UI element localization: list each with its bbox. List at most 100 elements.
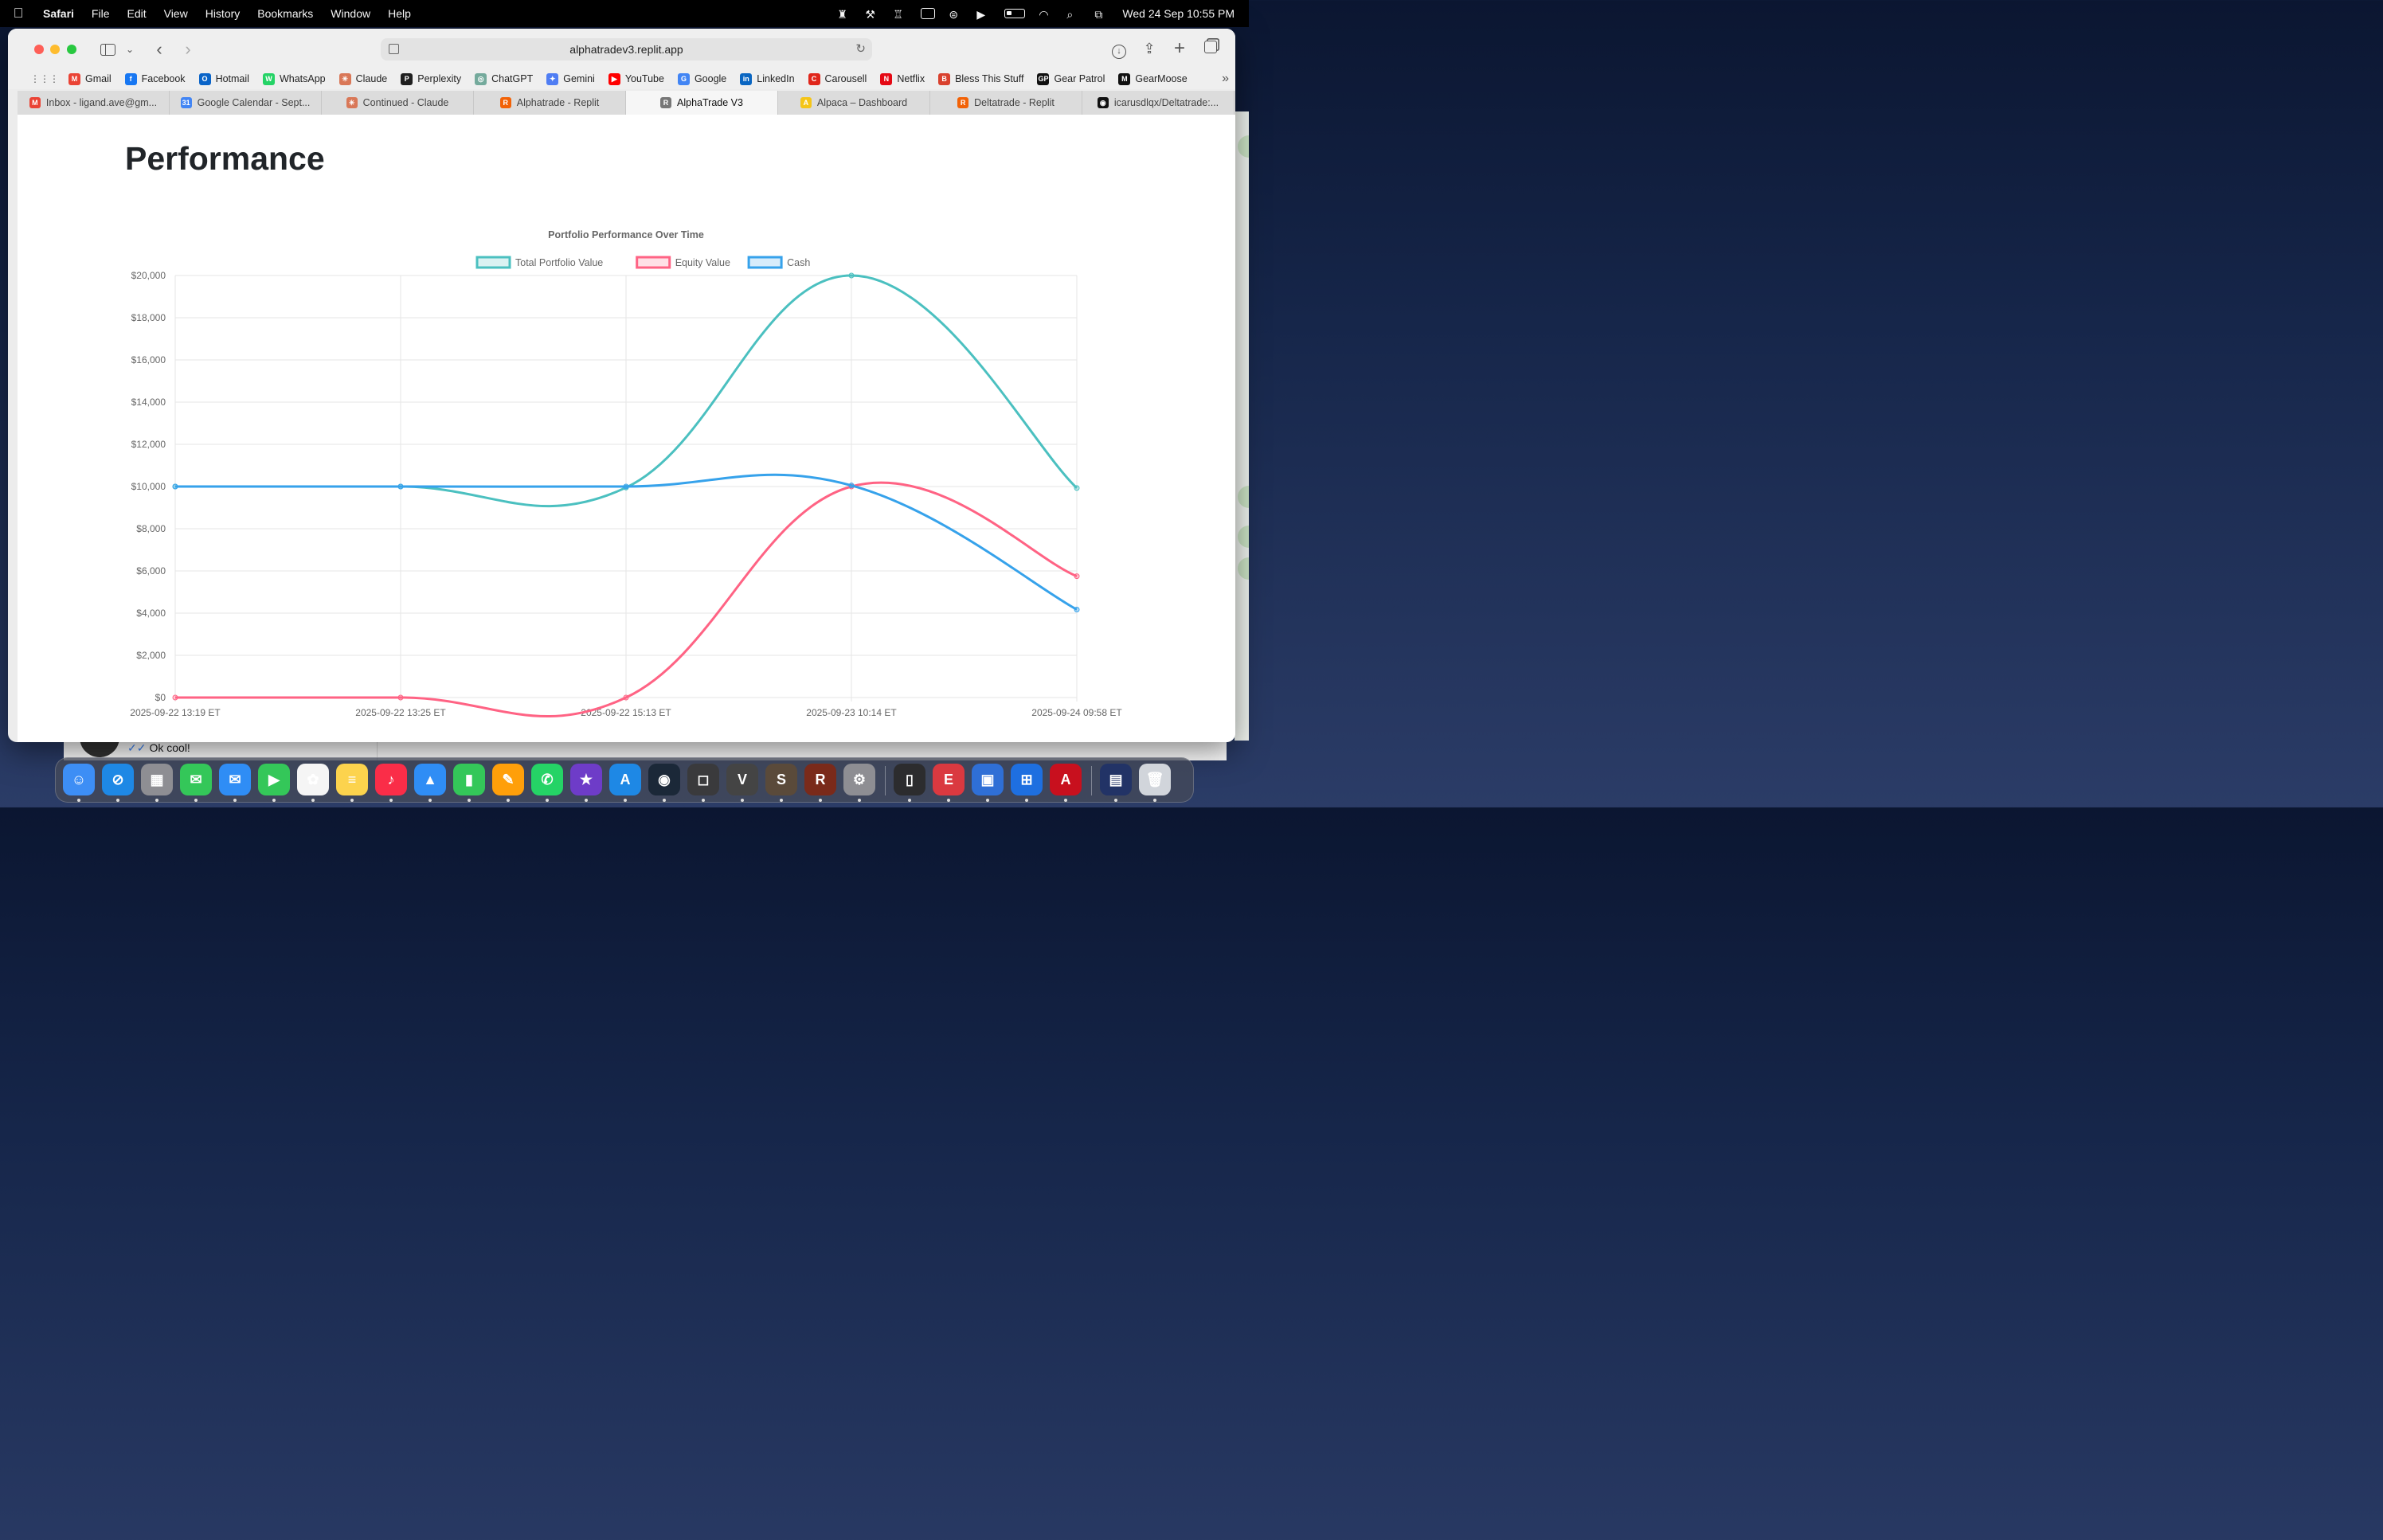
imovie-icon[interactable]: ★	[570, 764, 602, 795]
data-point	[623, 483, 629, 490]
close-window-button[interactable]	[34, 45, 44, 54]
new-tab-button[interactable]: +	[1171, 39, 1188, 58]
downloads-button[interactable]: ↓	[1110, 40, 1128, 59]
whatsapp-icon[interactable]: ✆	[531, 764, 563, 795]
appstore-icon[interactable]: A	[609, 764, 641, 795]
bookmark-perplexity[interactable]: P Perplexity	[401, 72, 461, 85]
bookmark-netflix[interactable]: N Netflix	[880, 72, 925, 85]
reload-icon[interactable]: ↻	[855, 41, 866, 56]
y-tick-label: $14,000	[131, 397, 166, 408]
tab-label: Alphatrade - Replit	[516, 97, 600, 108]
bookmark-facebook[interactable]: f Facebook	[124, 72, 186, 85]
bookmark-chatgpt[interactable]: ◎ ChatGPT	[475, 72, 533, 85]
tab-inbox-ligand-ave-gm[interactable]: M Inbox - ligand.ave@gm...	[18, 91, 170, 115]
bookmark-google[interactable]: G Google	[677, 72, 726, 85]
menu-clock[interactable]: Wed 24 Sep 10:55 PM	[1122, 7, 1235, 20]
bookmark-linkedin[interactable]: in LinkedIn	[740, 72, 795, 85]
launchpad-icon[interactable]: ▦	[141, 764, 173, 795]
running-indicator	[155, 799, 158, 802]
expressvpn-icon[interactable]: E	[933, 764, 965, 795]
menu-app-name[interactable]: Safari	[37, 7, 83, 20]
grid-icon[interactable]: ⋮⋮⋮	[30, 73, 59, 84]
tab-google-calendar-sept[interactable]: 31 Google Calendar - Sept...	[170, 91, 322, 115]
menu-help[interactable]: Help	[379, 7, 420, 20]
iphone-mirroring-icon[interactable]: ▯	[894, 764, 925, 795]
more-bookmarks-icon[interactable]: »	[1222, 72, 1229, 86]
menu-history[interactable]: History	[197, 7, 249, 20]
tab-alpaca-dashboard[interactable]: A Alpaca – Dashboard	[778, 91, 930, 115]
tab-alphatrade-v3[interactable]: R AlphaTrade V3	[626, 91, 778, 115]
wifi-icon[interactable]: ◠	[1039, 8, 1053, 21]
vpn-status-icon[interactable]: ⊜	[949, 8, 963, 21]
photos-icon[interactable]: ✿	[297, 764, 329, 795]
display-status-icon[interactable]	[921, 8, 936, 19]
menu-bookmarks[interactable]: Bookmarks	[248, 7, 322, 20]
menu-edit[interactable]: Edit	[118, 7, 155, 20]
zoom-window-button[interactable]	[67, 45, 76, 54]
messages-icon[interactable]: ✉	[180, 764, 212, 795]
apple-menu-icon[interactable]: 	[0, 6, 37, 21]
remote-desktop-icon[interactable]: ▣	[972, 764, 1004, 795]
tab-deltatrade-replit[interactable]: R Deltatrade - Replit	[930, 91, 1082, 115]
claude-icon: ✳	[338, 72, 351, 85]
menu-window[interactable]: Window	[322, 7, 379, 20]
bookmark-youtube[interactable]: ▶ YouTube	[608, 72, 664, 85]
running-indicator	[350, 799, 354, 802]
bookmark-carousell[interactable]: C Carousell	[808, 72, 867, 85]
bookmark-gmail[interactable]: M Gmail	[68, 72, 112, 85]
screenshot-icon[interactable]: ◻	[687, 764, 719, 795]
rome-icon[interactable]: R	[804, 764, 836, 795]
safari-icon[interactable]: ⊘	[102, 764, 134, 795]
outlook-icon: O	[198, 72, 211, 85]
spotlight-search-icon[interactable]: ⌕	[1066, 8, 1081, 21]
shogun-icon[interactable]: S	[765, 764, 797, 795]
robot-status-icon[interactable]: ♜	[837, 8, 851, 21]
tab-alphatrade-replit[interactable]: R Alphatrade - Replit	[474, 91, 626, 115]
bookmark-bless-this-stuff[interactable]: B Bless This Stuff	[938, 72, 1023, 85]
tab-overview-button[interactable]	[1202, 40, 1219, 57]
tab-icarusdlqx-deltatrade[interactable]: ◉ icarusdlqx/Deltatrade:...	[1082, 91, 1235, 115]
tab-label: icarusdlqx/Deltatrade:...	[1113, 97, 1219, 108]
music-icon[interactable]: ♪	[375, 764, 407, 795]
address-bar[interactable]: alphatradev3.replit.app ↻	[381, 38, 872, 61]
control-center-icon[interactable]: ⧉	[1094, 8, 1109, 21]
tower-status-icon[interactable]: ♖	[893, 8, 907, 21]
play-status-icon[interactable]: ▶	[976, 8, 991, 21]
mail-icon[interactable]: ✉	[219, 764, 251, 795]
sidebar-toggle-button[interactable]	[99, 40, 116, 59]
forward-button[interactable]: ›	[180, 39, 196, 59]
tab-continued-claude[interactable]: ✳ Continued - Claude	[322, 91, 474, 115]
finder-icon[interactable]: ☺	[63, 764, 95, 795]
bookmark-gearmoose[interactable]: M GearMoose	[1118, 72, 1188, 85]
tools-status-icon[interactable]: ⚒	[865, 8, 879, 21]
chevron-down-icon[interactable]: ⌄	[124, 40, 135, 59]
minimize-window-button[interactable]	[50, 45, 60, 54]
keynote-icon[interactable]: ▲	[414, 764, 446, 795]
trash-icon[interactable]: 🗑	[1139, 764, 1171, 795]
numbers-icon[interactable]: ▮	[453, 764, 485, 795]
linkedin-icon: in	[740, 72, 753, 85]
steam-icon[interactable]: ◉	[648, 764, 680, 795]
acrobat-icon[interactable]: A	[1050, 764, 1082, 795]
back-button[interactable]: ‹	[151, 39, 167, 59]
running-indicator	[1114, 799, 1117, 802]
bookmark-whatsapp[interactable]: W WhatsApp	[262, 72, 326, 85]
facetime-icon[interactable]: ▶	[258, 764, 290, 795]
bookmark-hotmail[interactable]: O Hotmail	[198, 72, 249, 85]
windows-app-icon[interactable]: ⊞	[1011, 764, 1043, 795]
battery-icon[interactable]	[1004, 9, 1026, 18]
downloads-stack-icon[interactable]: ▤	[1100, 764, 1132, 795]
bookmark-gear-patrol[interactable]: GP Gear Patrol	[1037, 72, 1105, 85]
share-button[interactable]: ⇪	[1141, 40, 1158, 57]
bookmark-claude[interactable]: ✳ Claude	[338, 72, 387, 85]
bookmark-gemini[interactable]: ✦ Gemini	[546, 72, 595, 85]
vlc-icon[interactable]: V	[726, 764, 758, 795]
running-indicator	[819, 799, 822, 802]
menu-file[interactable]: File	[83, 7, 119, 20]
pages-icon[interactable]: ✎	[492, 764, 524, 795]
notes-icon[interactable]: ≡	[336, 764, 368, 795]
system-settings-icon[interactable]: ⚙	[843, 764, 875, 795]
tab-label: AlphaTrade V3	[677, 97, 743, 108]
menu-view[interactable]: View	[155, 7, 197, 20]
page-menu-icon[interactable]	[389, 44, 399, 54]
